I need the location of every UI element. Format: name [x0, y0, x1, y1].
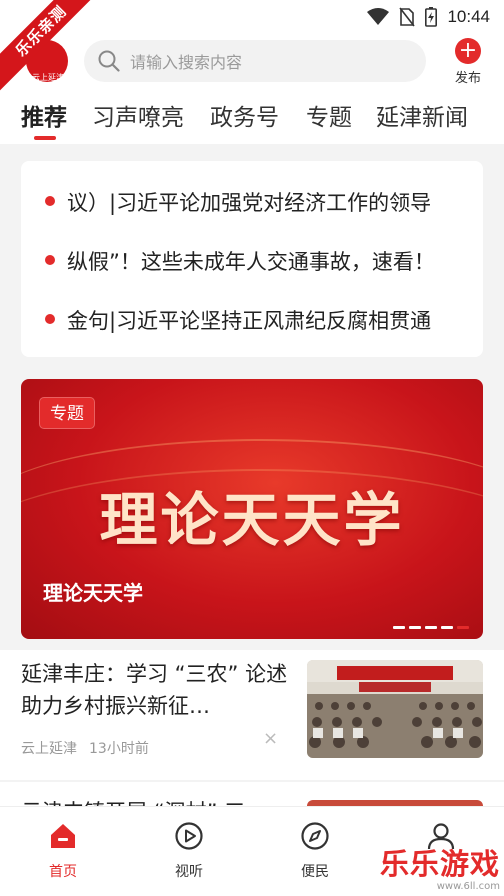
tab-yanjin-news[interactable]: 延津新闻	[376, 98, 468, 132]
news-ticker-item[interactable]: 纵假”！这些未成年人交通事故，速看！	[21, 240, 483, 280]
carousel-dot[interactable]	[393, 626, 405, 629]
publish-button[interactable]: + 发布	[448, 38, 488, 86]
article-source: 云上延津	[21, 741, 77, 757]
news-ticker-text: 金句|习近平论坚持正风肃纪反腐相贯通	[67, 309, 432, 333]
close-icon[interactable]: ×	[263, 728, 278, 749]
header: 云上延津 请输入搜索内容 + 发布	[0, 34, 504, 92]
article-card[interactable]: 延津丰庄：学习 “三农” 论述 助力乡村振兴新征… 云上延津 13小时前 ×	[0, 650, 504, 780]
wifi-icon	[367, 8, 390, 25]
search-placeholder: 请输入搜索内容	[130, 53, 243, 72]
channel-tabs: 推荐 习声嘹亮 政务号 专题 延津新闻	[0, 92, 504, 144]
carousel-dot[interactable]	[457, 626, 469, 629]
carousel-dot[interactable]	[425, 626, 437, 629]
banner-tag: 专题	[39, 397, 95, 429]
nav-media[interactable]: 视听	[149, 821, 229, 881]
topic-banner[interactable]: 专题 理论天天学 理论天天学	[21, 379, 483, 639]
news-ticker-item[interactable]: 金句|习近平论坚持正风肃纪反腐相贯通	[21, 299, 483, 339]
nav-services[interactable]: 便民	[275, 821, 355, 881]
watermark-logo: 乐乐游戏 www.6ll.com	[380, 841, 500, 892]
next-article-card[interactable]: 云津丰镇开展 “深村” 三	[0, 782, 504, 806]
tab-government[interactable]: 政务号	[210, 98, 279, 132]
publish-label: 发布	[454, 71, 481, 86]
logo-text: 云上延津	[32, 73, 64, 82]
carousel-indicator	[393, 626, 469, 629]
home-icon	[51, 824, 75, 848]
article-time: 13小时前	[89, 741, 149, 757]
bullet-dot	[45, 255, 55, 265]
tab-xisheng[interactable]: 习声嘹亮	[92, 98, 184, 132]
bullet-dot	[45, 196, 55, 206]
article-thumbnail	[307, 660, 483, 758]
search-icon	[98, 50, 120, 72]
battery-icon	[425, 7, 438, 27]
meeting-photo	[307, 660, 483, 758]
tab-topics[interactable]: 专题	[306, 98, 352, 132]
no-sim-icon	[399, 7, 416, 27]
next-article-title: 云津丰镇开展 “深村” 三	[21, 796, 245, 806]
nav-label: 便民	[301, 864, 329, 880]
search-input[interactable]: 请输入搜索内容	[84, 40, 426, 82]
watermark-text: 乐乐游戏	[379, 847, 500, 881]
news-ticker-text: 纵假”！这些未成年人交通事故，速看！	[67, 250, 435, 274]
news-ticker-item[interactable]: 议）|习近平论加强党对经济工作的领导	[21, 181, 483, 221]
nav-label: 首页	[49, 864, 77, 880]
banner-caption: 理论天天学	[43, 581, 143, 605]
status-time: 10:44	[447, 7, 490, 26]
plus-icon: +	[455, 38, 481, 64]
article-title: 延津丰庄：学习 “三农” 论述 助力乡村振兴新征…	[21, 662, 288, 718]
news-ticker-text: 议）|习近平论加强党对经济工作的领导	[67, 191, 432, 215]
bullet-dot	[45, 314, 55, 324]
nav-home[interactable]: 首页	[23, 821, 103, 881]
tab-recommend[interactable]: 推荐	[21, 98, 67, 132]
active-tab-indicator	[34, 136, 56, 140]
carousel-dot[interactable]	[441, 626, 453, 629]
carousel-dot[interactable]	[409, 626, 421, 629]
compass-icon	[301, 822, 329, 850]
nav-label: 视听	[175, 864, 203, 880]
banner-headline: 理论天天学	[99, 486, 405, 554]
play-circle-icon	[175, 822, 203, 850]
article-meta: 云上延津 13小时前	[21, 738, 149, 758]
status-icons: 10:44	[367, 7, 490, 27]
news-ticker-card: 议）|习近平论加强党对经济工作的领导 纵假”！这些未成年人交通事故，速看！ 金句…	[21, 161, 483, 357]
